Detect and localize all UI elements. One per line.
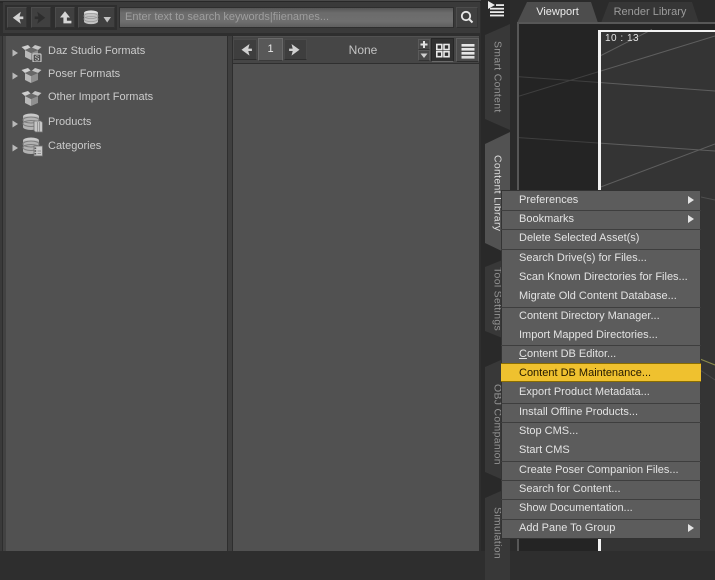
svg-text:S: S — [35, 56, 40, 63]
